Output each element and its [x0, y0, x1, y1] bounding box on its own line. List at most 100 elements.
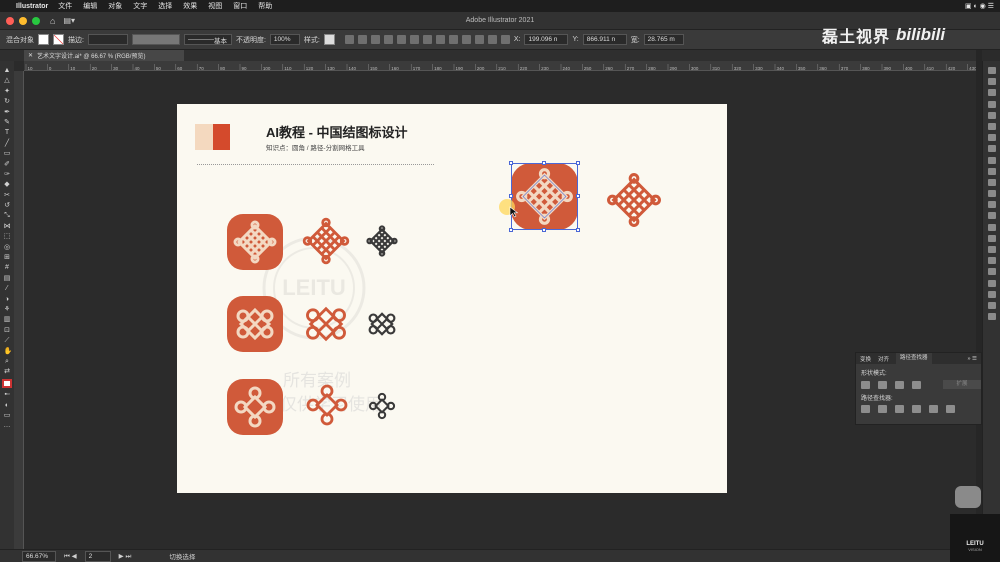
slice-tool-icon[interactable]: ⟋ — [4, 337, 11, 344]
screen-mode-icon[interactable]: ▭ — [4, 412, 11, 419]
handle-top-middle[interactable] — [542, 161, 546, 165]
color-mode-icon[interactable]: ▪▫ — [4, 391, 11, 398]
align-right-icon[interactable] — [370, 35, 380, 44]
distribute-bottom-icon[interactable] — [448, 35, 458, 44]
transform-panel-icon[interactable] — [987, 257, 996, 265]
vertical-ruler[interactable] — [14, 71, 24, 549]
transparency-panel-icon[interactable] — [987, 190, 996, 198]
align-center-icon[interactable] — [357, 35, 367, 44]
menu-help[interactable]: 帮助 — [258, 1, 272, 11]
exclude-icon[interactable] — [912, 380, 921, 389]
tab-transform[interactable]: 变换 — [860, 355, 871, 363]
outline-icon[interactable] — [929, 405, 938, 413]
fill-swatch[interactable] — [38, 34, 49, 45]
graph-tool-icon[interactable]: ▥ — [4, 316, 11, 323]
asset-export-panel-icon[interactable] — [987, 223, 996, 231]
stroke-weight-field[interactable] — [87, 34, 128, 45]
properties-panel-icon[interactable] — [987, 67, 996, 74]
handle-middle-left[interactable] — [509, 194, 513, 198]
lasso-tool-icon[interactable]: ↻ — [4, 98, 11, 105]
curvature-tool-icon[interactable]: ✎ — [4, 119, 11, 126]
handle-top-right[interactable] — [576, 161, 580, 165]
tab-pathfinder[interactable]: 路径查找器 — [896, 353, 932, 364]
divide-icon[interactable] — [861, 405, 870, 413]
scissors-tool-icon[interactable]: ✂ — [4, 192, 11, 199]
paragraph-panel-icon[interactable] — [987, 301, 996, 309]
close-tab-icon[interactable]: ✕ — [28, 52, 33, 59]
zoom-field[interactable]: 66.67% — [22, 550, 56, 562]
x-field[interactable]: 199.096 n — [524, 34, 569, 45]
align-to-icon[interactable] — [500, 35, 510, 44]
rectangle-tool-icon[interactable]: ▭ — [4, 150, 11, 157]
handle-bottom-right[interactable] — [576, 228, 580, 232]
variable-width-field[interactable] — [131, 34, 180, 45]
gradient-tool-icon[interactable]: ▤ — [4, 275, 11, 282]
merge-icon[interactable] — [895, 405, 904, 413]
app-menu[interactable]: Illustrator — [16, 3, 48, 10]
handle-middle-right[interactable] — [576, 194, 580, 198]
fill-stroke-swap-icon[interactable]: ⇄ — [4, 368, 11, 375]
menu-edit[interactable]: 编辑 — [83, 1, 97, 11]
opentype-panel-icon[interactable] — [987, 313, 996, 321]
symbols-panel-icon[interactable] — [987, 145, 996, 153]
y-field[interactable]: 866.911 n — [582, 34, 627, 45]
libraries-panel-icon[interactable] — [987, 89, 996, 97]
artboards-panel-icon[interactable] — [987, 234, 996, 242]
trim-icon[interactable] — [878, 405, 887, 413]
document-tab[interactable]: ✕ 艺术文字设计.ai* @ 66.67 % (RGB/预览) — [24, 50, 184, 61]
stroke-style-select[interactable]: ―――― 基本 — [183, 34, 232, 45]
first-artboard-icon[interactable]: ⏮ ◀ — [64, 552, 77, 561]
scale-tool-icon[interactable]: ⤡ — [4, 212, 11, 219]
artboard-number-field[interactable]: 2 — [84, 550, 111, 562]
horizontal-ruler[interactable]: 10 0 10 20 30 40 50 60 70 80 90 100 110 120 130 140 150 1… — [24, 61, 976, 71]
light-color-swatch[interactable] — [195, 124, 213, 150]
image-trace-panel-icon[interactable] — [987, 212, 996, 220]
align-left-icon[interactable] — [344, 35, 354, 44]
distribute-left-icon[interactable] — [461, 35, 471, 44]
align-bottom-icon[interactable] — [409, 35, 419, 44]
menu-type[interactable]: 文字 — [133, 1, 147, 11]
direct-selection-tool-icon[interactable]: △ — [4, 77, 11, 84]
eyedropper-tool-icon[interactable]: ⁄ — [4, 285, 11, 292]
stroke-panel-icon[interactable] — [987, 167, 996, 175]
shape-builder-tool-icon[interactable]: ◎ — [4, 244, 11, 251]
gradient-panel-icon[interactable] — [987, 178, 996, 186]
align-panel-icon[interactable] — [987, 268, 996, 276]
menu-object[interactable]: 对象 — [108, 1, 122, 11]
selection-tool-icon[interactable]: ▲ — [4, 67, 11, 74]
width-tool-icon[interactable]: ⋈ — [4, 223, 11, 230]
menu-window[interactable]: 窗口 — [233, 1, 247, 11]
type-tool-icon[interactable]: T — [4, 129, 11, 136]
handle-bottom-left[interactable] — [509, 228, 513, 232]
hand-tool-icon[interactable]: ✋ — [4, 348, 13, 355]
rotate-tool-icon[interactable]: ↺ — [4, 202, 11, 209]
style-swatch[interactable] — [323, 34, 335, 45]
blend-tool-icon[interactable]: ◑ — [4, 296, 11, 303]
distribute-middle-icon[interactable] — [435, 35, 445, 44]
distribute-top-icon[interactable] — [422, 35, 432, 44]
distribute-right-icon[interactable] — [487, 35, 497, 44]
minus-front-icon[interactable] — [878, 380, 887, 389]
free-transform-tool-icon[interactable]: ⬚ — [4, 233, 11, 240]
pathfinder-panel-icon[interactable] — [987, 279, 996, 287]
eraser-tool-icon[interactable]: ◆ — [4, 181, 11, 188]
magic-wand-tool-icon[interactable]: ✦ — [4, 88, 11, 95]
line-tool-icon[interactable]: ╱ — [4, 140, 11, 147]
shaper-tool-icon[interactable]: ✑ — [4, 171, 11, 178]
w-field[interactable]: 28.765 m — [643, 34, 684, 45]
links-panel-icon[interactable] — [987, 246, 996, 253]
status-icons[interactable]: ▣ ◐ ◉ ☰ — [965, 2, 994, 10]
panel-menu-icon[interactable]: » ☰ — [967, 356, 981, 362]
zoom-tool-icon[interactable]: ⌕ — [4, 358, 11, 365]
swatches-panel-icon[interactable] — [987, 122, 996, 130]
tab-align[interactable]: 对齐 — [878, 355, 889, 363]
menu-select[interactable]: 选择 — [158, 1, 172, 11]
character-panel-icon[interactable] — [987, 290, 996, 298]
artboard-tool-icon[interactable]: ⊡ — [4, 327, 11, 334]
next-artboard-icon[interactable]: ▶ ⏭ — [119, 552, 132, 561]
layers-panel-icon[interactable] — [987, 78, 996, 86]
more-tools-icon[interactable]: … — [4, 422, 11, 429]
paintbrush-tool-icon[interactable]: ✐ — [4, 161, 11, 168]
menu-effect[interactable]: 效果 — [183, 1, 197, 11]
intersect-icon[interactable] — [895, 380, 904, 389]
